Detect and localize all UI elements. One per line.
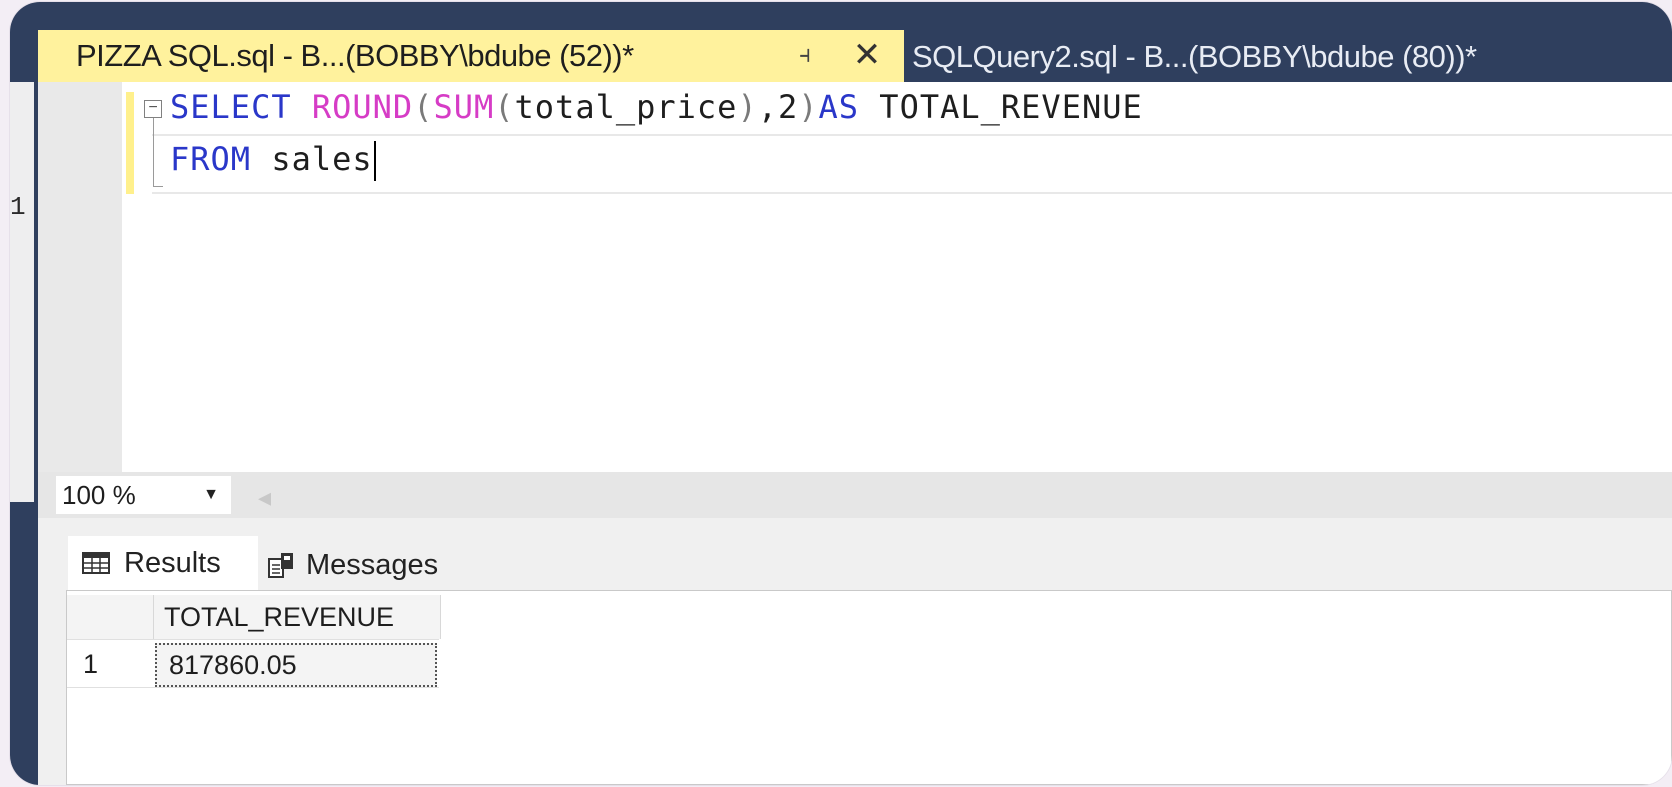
change-indicator — [126, 92, 134, 194]
keyword-select: SELECT — [170, 88, 292, 126]
messages-label: Messages — [306, 548, 439, 581]
row-divider — [67, 687, 439, 688]
code-line-1: SELECT ROUND(SUM(total_price),2)AS TOTAL… — [170, 88, 1143, 126]
code-line-2: FROM sales — [170, 140, 376, 181]
outline-guide-end — [153, 186, 163, 187]
tab-messages[interactable]: Messages — [258, 540, 478, 590]
close-icon[interactable]: ✕ — [850, 38, 884, 72]
results-grid[interactable]: TOTAL_REVENUE 1 817860.05 — [66, 590, 1672, 785]
messages-icon — [268, 553, 293, 578]
zoom-value: 100 % — [62, 479, 136, 510]
function-sum: SUM — [433, 88, 495, 126]
current-line-highlight — [152, 134, 1672, 194]
paren: ) — [737, 88, 758, 126]
left-margin — [10, 82, 34, 502]
row-number: 1 — [83, 649, 99, 679]
tab-sqlquery2[interactable]: SQLQuery2.sql - B...(BOBBY\bdube (80))* — [912, 32, 1477, 82]
zoom-bar: 100 % ▼ ◂ — [38, 472, 1672, 518]
row-header-corner — [67, 595, 153, 639]
outline-guide — [153, 118, 154, 186]
ssms-window: 1 PIZZA SQL.sql - B...(BOBBY\bdube (52))… — [10, 2, 1672, 785]
table-name: sales — [251, 140, 373, 178]
tab-pizza-sql[interactable]: PIZZA SQL.sql - B...(BOBBY\bdube (52))* … — [38, 30, 904, 82]
editor-gutter — [38, 82, 122, 502]
code-area[interactable]: − SELECT ROUND(SUM(total_price),2)AS TOT… — [138, 82, 1672, 502]
function-round: ROUND — [311, 88, 414, 126]
column-header-total-revenue[interactable]: TOTAL_REVENUE — [153, 595, 441, 639]
results-label: Results — [124, 546, 221, 579]
pin-icon[interactable]: ⫞ — [788, 40, 822, 70]
paren: ) — [798, 88, 819, 126]
keyword-as: AS — [818, 88, 860, 126]
text-caret — [373, 141, 376, 181]
column-header-label: TOTAL_REVENUE — [164, 601, 395, 632]
keyword-from: FROM — [170, 140, 252, 178]
paren: ( — [494, 88, 515, 126]
tab-title: SQLQuery2.sql - B...(BOBBY\bdube (80))* — [912, 39, 1477, 74]
query-editor[interactable]: − SELECT ROUND(SUM(total_price),2)AS TOT… — [38, 82, 1672, 502]
paren: ( — [413, 88, 434, 126]
zoom-dropdown[interactable]: 100 % ▼ — [56, 476, 231, 514]
column-name: total_price — [514, 88, 738, 126]
chevron-down-icon[interactable]: ▼ — [203, 486, 219, 504]
outer-line-number: 1 — [10, 192, 26, 222]
grid-icon — [82, 552, 110, 574]
tab-results[interactable]: Results — [68, 536, 258, 590]
column-alias: TOTAL_REVENUE — [859, 88, 1143, 126]
collapse-icon[interactable]: − — [144, 100, 162, 118]
cell-total-revenue[interactable]: 817860.05 — [155, 643, 437, 687]
row-divider — [67, 639, 439, 640]
cell-value: 817860.05 — [169, 649, 297, 680]
scroll-left-icon[interactable]: ◂ — [258, 482, 271, 513]
round-precision: ,2 — [757, 88, 799, 126]
results-panel: Results Messages TOTAL_REVENUE 1 817860.… — [38, 518, 1672, 785]
tab-title: PIZZA SQL.sql - B...(BOBBY\bdube (52))* — [76, 38, 634, 73]
